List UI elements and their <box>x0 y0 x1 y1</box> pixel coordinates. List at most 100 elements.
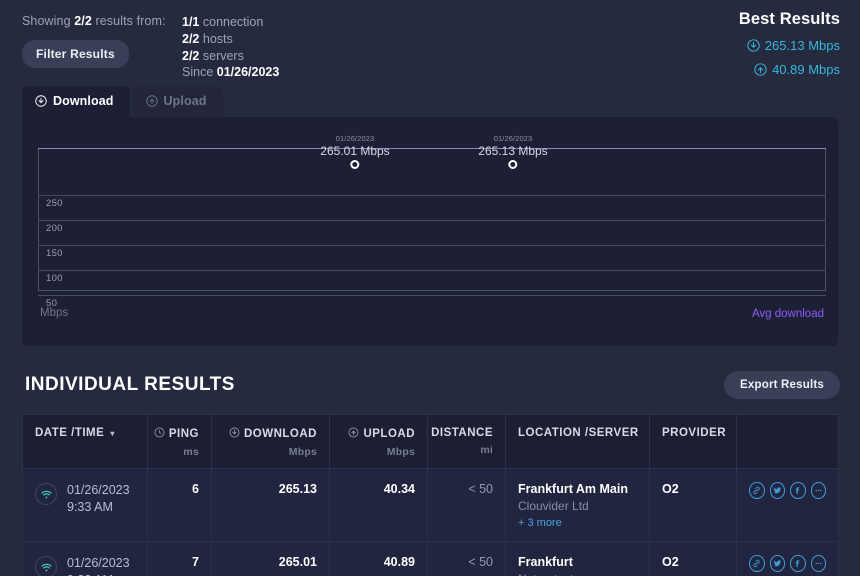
ytick-100: 100 <box>46 273 63 284</box>
col-location-server-label: LOCATION /SERVER <box>518 427 639 439</box>
col-provider[interactable]: PROVIDER <box>650 415 737 469</box>
col-provider-label: PROVIDER <box>662 427 726 439</box>
data-point-2-date: 01/26/2023 <box>478 134 547 143</box>
row-2-date-time-text: 01/26/2023 9:32 AM <box>67 555 130 576</box>
row-2-date-time: 01/26/2023 9:32 AM <box>23 542 148 576</box>
row-2-upload: 40.89 <box>330 542 428 576</box>
col-date-time[interactable]: DATE /TIME ▾ <box>23 415 148 469</box>
row-1-date-time-text: 01/26/2023 9:33 AM <box>67 482 130 516</box>
col-download[interactable]: DOWNLOAD Mbps <box>212 415 330 469</box>
row-1-server: Clouvider Ltd <box>518 499 637 513</box>
stat-servers-label: servers <box>199 49 243 63</box>
more-icon[interactable] <box>811 555 827 572</box>
row-1-ping: 6 <box>148 469 212 542</box>
showing-prefix: Showing <box>22 14 74 28</box>
row-2-ping: 7 <box>148 542 212 576</box>
ytick-200: 200 <box>46 223 63 234</box>
row-2-location: Frankfurt <box>518 555 637 569</box>
stat-hosts-value: 2/2 <box>182 32 199 46</box>
stat-servers-value: 2/2 <box>182 49 199 63</box>
circle-arrow-down-icon <box>747 39 760 52</box>
data-point-1[interactable]: 01/26/2023 265.01 Mbps <box>320 134 389 169</box>
showing-count: 2/2 <box>74 14 92 28</box>
col-ping-label: PING <box>169 428 199 440</box>
col-ping[interactable]: PING ms <box>148 415 212 469</box>
row-1-provider: O2 <box>662 482 724 496</box>
summary-content: Showing 2/2 results from: Filter Results… <box>22 13 840 81</box>
circle-arrow-up-icon <box>754 63 767 76</box>
showing-results-text: Showing 2/2 results from: <box>22 14 182 28</box>
gridline-150 <box>38 245 826 246</box>
col-distance-unit: mi <box>440 444 493 456</box>
chart-panel: 250 200 150 100 50 01/26/2023 265.01 Mbp… <box>22 117 838 346</box>
table-header-row: DATE /TIME ▾ PING ms DOWNLOA <box>23 415 839 469</box>
row-1-provider-cell: O2 <box>650 469 737 542</box>
twitter-icon[interactable] <box>770 555 786 572</box>
col-location-server[interactable]: LOCATION /SERVER <box>506 415 650 469</box>
results-table-head: DATE /TIME ▾ PING ms DOWNLOA <box>23 415 839 469</box>
col-upload-label: UPLOAD <box>363 428 415 440</box>
avg-download-line <box>38 148 826 149</box>
col-distance[interactable]: DISTANCE mi <box>428 415 506 469</box>
gridline-50 <box>38 295 826 296</box>
row-1-download: 265.13 <box>212 469 330 542</box>
col-download-unit: Mbps <box>224 446 317 458</box>
more-icon[interactable] <box>811 482 827 499</box>
best-upload-value: 40.89 Mbps <box>772 62 840 77</box>
row-2-download: 265.01 <box>212 542 330 576</box>
row-1-time: 9:33 AM <box>67 500 113 514</box>
data-point-1-marker <box>350 160 359 169</box>
row-1-upload: 40.34 <box>330 469 428 542</box>
wifi-icon <box>35 556 57 576</box>
table-row[interactable]: 01/26/2023 9:32 AM 7 265.01 40.89 < 50 F… <box>23 542 839 576</box>
link-icon[interactable] <box>749 555 765 572</box>
tab-upload-label: Upload <box>164 94 207 108</box>
col-distance-label: DISTANCE <box>431 427 493 439</box>
link-icon[interactable] <box>749 482 765 499</box>
row-2-actions <box>737 542 839 576</box>
tab-upload[interactable]: Upload <box>133 86 223 117</box>
row-1-location-server: Frankfurt Am Main Clouvider Ltd + 3 more <box>506 469 650 542</box>
row-1-distance: < 50 <box>428 469 506 542</box>
table-row[interactable]: 01/26/2023 9:33 AM 6 265.13 40.34 < 50 F… <box>23 469 839 542</box>
stat-connections-value: 1/1 <box>182 15 199 29</box>
stat-since-label: Since <box>182 65 217 79</box>
row-2-provider: O2 <box>662 555 724 569</box>
facebook-icon[interactable] <box>790 482 806 499</box>
best-download-row: 265.13 Mbps <box>739 38 840 53</box>
facebook-icon[interactable] <box>790 555 806 572</box>
row-1-date-time: 01/26/2023 9:33 AM <box>23 469 148 542</box>
data-point-1-value: 265.01 Mbps <box>320 144 389 158</box>
row-1-more-link[interactable]: + 3 more <box>518 517 637 529</box>
results-table-body: 01/26/2023 9:33 AM 6 265.13 40.34 < 50 F… <box>23 469 839 576</box>
data-point-2[interactable]: 01/26/2023 265.13 Mbps <box>478 134 547 169</box>
stat-connections-label: connection <box>199 15 263 29</box>
row-2-location-server: Frankfurt Netprotect + 3 more <box>506 542 650 576</box>
data-point-2-marker <box>508 160 517 169</box>
col-upload[interactable]: UPLOAD Mbps <box>330 415 428 469</box>
row-2-server: Netprotect <box>518 572 637 576</box>
export-results-button[interactable]: Export Results <box>724 371 840 399</box>
individual-results-header: INDIVIDUAL RESULTS Export Results <box>25 371 840 399</box>
circle-arrow-down-icon <box>229 427 240 441</box>
summary-stats: 1/1 connection 2/2 hosts 2/2 servers Sin… <box>182 13 279 81</box>
tab-download[interactable]: Download <box>22 86 130 117</box>
gridline-100 <box>38 270 826 271</box>
page-title: INDIVIDUAL RESULTS <box>25 374 235 396</box>
col-date-time-label: DATE /TIME <box>35 427 104 439</box>
filter-results-button[interactable]: Filter Results <box>22 40 129 68</box>
showing-suffix: results from: <box>92 14 166 28</box>
col-upload-unit: Mbps <box>342 446 415 458</box>
stat-hosts-label: hosts <box>199 32 232 46</box>
row-2-distance: < 50 <box>428 542 506 576</box>
results-table: DATE /TIME ▾ PING ms DOWNLOA <box>22 414 839 576</box>
twitter-icon[interactable] <box>770 482 786 499</box>
stat-hosts: 2/2 hosts <box>182 31 279 48</box>
circle-arrow-up-icon <box>348 427 359 441</box>
stat-since: Since 01/26/2023 <box>182 64 279 81</box>
row-1-location: Frankfurt Am Main <box>518 482 637 496</box>
row-2-date: 01/26/2023 <box>67 556 130 570</box>
circle-arrow-down-icon <box>35 95 47 107</box>
row-2-provider-cell: O2 <box>650 542 737 576</box>
data-point-1-date: 01/26/2023 <box>320 134 389 143</box>
